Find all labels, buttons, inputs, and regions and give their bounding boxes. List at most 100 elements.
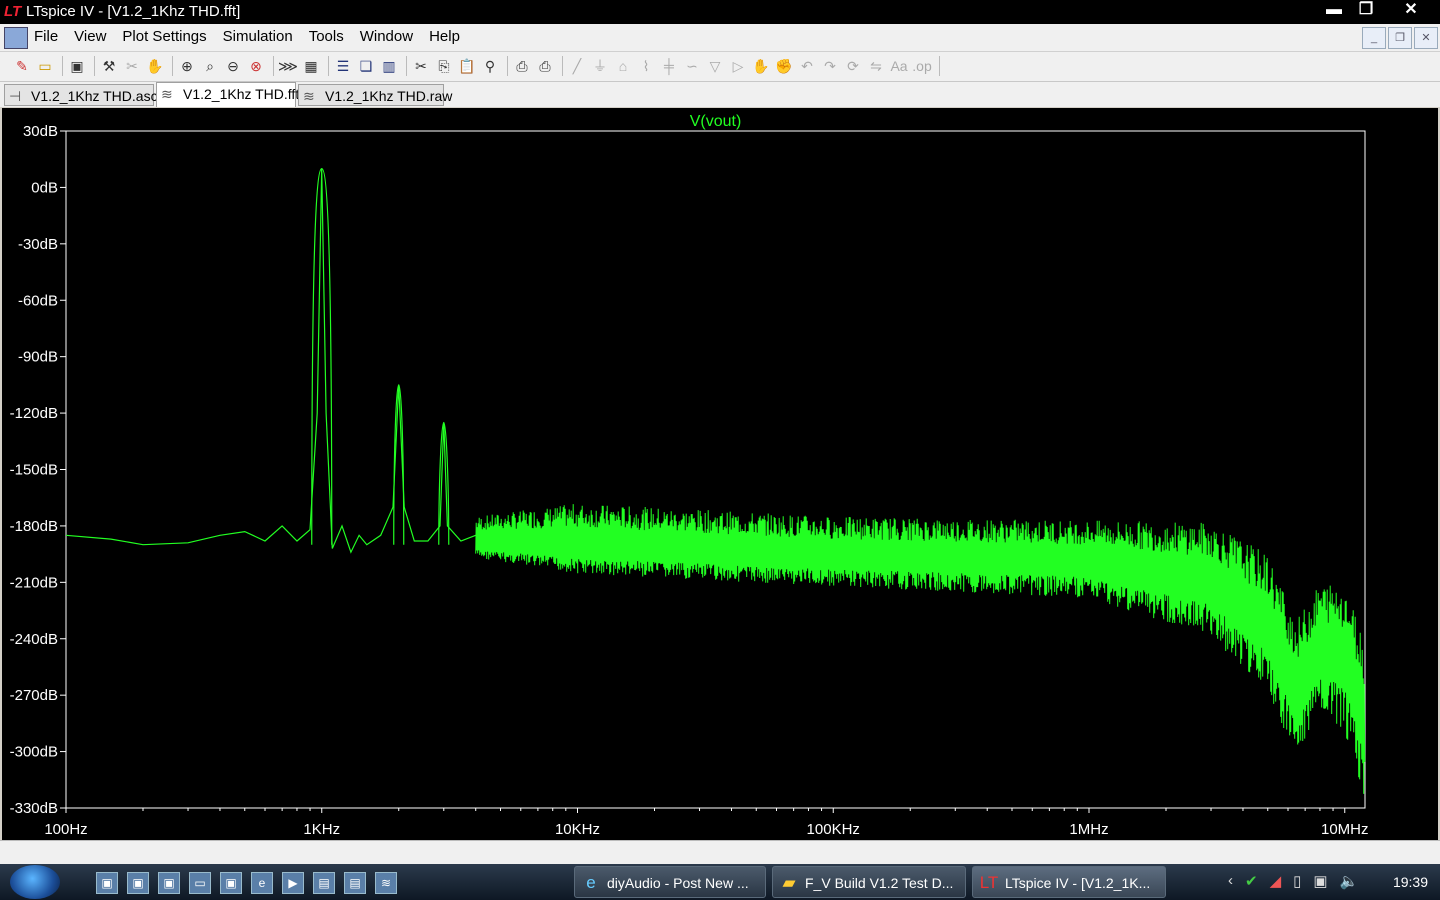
diode-icon[interactable]: ▽ [705, 56, 725, 76]
menu-plot-settings[interactable]: Plot Settings [122, 28, 206, 45]
security-icon[interactable]: ✔ [1245, 872, 1258, 890]
mdi-restore-button[interactable]: ❐ [1388, 27, 1412, 49]
menu-bar: File View Plot Settings Simulation Tools… [0, 24, 1440, 52]
save-icon[interactable]: ▣ [67, 56, 87, 76]
start-button[interactable] [10, 865, 60, 899]
close-button[interactable]: ✕ [1382, 0, 1440, 22]
zoom-out-icon[interactable]: ⊖ [223, 56, 243, 76]
drag-icon[interactable]: ✊ [774, 56, 794, 76]
new-schematic-icon[interactable]: ✎ [12, 56, 32, 76]
ltspice-quicklaunch-icon[interactable]: ≋ [375, 872, 397, 894]
tray-expand-icon[interactable]: ‹ [1228, 872, 1233, 890]
zoom-fit-icon[interactable]: ⊗ [246, 56, 266, 76]
tab-raw[interactable]: ≋ V1.2_1Khz THD.raw [298, 84, 452, 106]
folder-icon: ▰ [782, 873, 796, 892]
menu-tools[interactable]: Tools [309, 28, 344, 45]
taskbar: ▣ ▣ ▣ ▭ ▣ e ▶ ▤ ▤ ≋ e diyAudio - Post New… [0, 864, 1440, 900]
ie-icon: e [586, 873, 596, 892]
cut-icon[interactable]: ✂ [411, 56, 431, 76]
signal-trace [65, 168, 476, 554]
x-tick-label: 1MHz [1069, 821, 1108, 838]
y-tick-label: -120dB [10, 405, 58, 422]
network-icon[interactable]: ▣ [1313, 872, 1327, 890]
control-panel-icon[interactable]: ⚒ [99, 56, 119, 76]
print-icon[interactable]: ⎙ [535, 56, 555, 76]
quicklaunch-app-icon-3[interactable]: ▣ [158, 872, 180, 894]
volume-icon[interactable]: 🔈 [1340, 872, 1359, 890]
title-bar: LT LTspice IV - [V1.2_1Khz THD.fft] ▬ ❐ … [0, 0, 1440, 24]
y-tick-label: -90dB [18, 349, 58, 366]
component-icon[interactable]: ▷ [728, 56, 748, 76]
quicklaunch-app-icon-5[interactable]: ▤ [313, 872, 335, 894]
menu-help[interactable]: Help [429, 28, 460, 45]
spice-directive-icon[interactable]: .op [912, 56, 932, 76]
autorange-icon[interactable]: ⋙ [278, 56, 298, 76]
grid-icon[interactable]: ▦ [301, 56, 321, 76]
chart-title: V(vout) [690, 113, 742, 130]
task-diyaudio[interactable]: e diyAudio - Post New ... [574, 866, 766, 898]
quicklaunch-app-icon-1[interactable]: ▣ [96, 872, 118, 894]
copy-icon[interactable]: ⎘ [434, 56, 454, 76]
cascade-icon[interactable]: ❏ [356, 56, 376, 76]
y-tick-label: -150dB [10, 462, 58, 479]
media-player-icon[interactable]: ▶ [282, 872, 304, 894]
quicklaunch-app-icon-2[interactable]: ▣ [127, 872, 149, 894]
show-desktop-icon[interactable]: ▭ [189, 872, 211, 894]
move-icon[interactable]: ✋ [751, 56, 771, 76]
find-icon[interactable]: ⚲ [480, 56, 500, 76]
fft-chart[interactable]: 30dB 0dB -30dB -60dB -90dB -120dB -150dB -180dB… [2, 108, 1438, 840]
x-tick-label: 1KHz [303, 821, 340, 838]
quicklaunch-app-icon-4[interactable]: ▣ [220, 872, 242, 894]
menu-file[interactable]: File [34, 28, 58, 45]
inductor-icon[interactable]: ∽ [682, 56, 702, 76]
wire-icon[interactable]: ╱ [567, 56, 587, 76]
capacitor-icon[interactable]: ╪ [659, 56, 679, 76]
tab-fft[interactable]: ≋ V1.2_1Khz THD.fft [156, 82, 299, 107]
waveform-plot[interactable]: 30dB 0dB -30dB -60dB -90dB -120dB -150dB -180dB… [2, 108, 1438, 840]
redo-icon[interactable]: ↷ [820, 56, 840, 76]
resistor-icon[interactable]: ⌇ [636, 56, 656, 76]
window-title: LTspice IV - [V1.2_1Khz THD.fft] [26, 3, 241, 20]
text-icon[interactable]: Aa [889, 56, 909, 76]
tray-app-icon[interactable]: ◢ [1270, 872, 1282, 890]
tray-device-icon[interactable]: ▯ [1293, 872, 1301, 890]
tile-horizontal-icon[interactable]: ☰ [333, 56, 353, 76]
ground-icon[interactable]: ⏚ [590, 56, 610, 76]
internet-explorer-icon[interactable]: e [251, 872, 273, 894]
y-tick-label: -180dB [10, 518, 58, 535]
y-tick-label: -210dB [10, 574, 58, 591]
pan-icon[interactable]: ✋ [145, 56, 165, 76]
undo-icon[interactable]: ↶ [797, 56, 817, 76]
tab-schematic[interactable]: ⊣ V1.2_1Khz THD.asc [4, 84, 158, 106]
mdi-minimize-button[interactable]: _ [1362, 27, 1386, 49]
schematic-icon: ⊣ [9, 88, 22, 104]
y-tick-label: -240dB [10, 631, 58, 648]
noise-floor-trace [475, 504, 1366, 794]
rotate-icon[interactable]: ⟳ [843, 56, 863, 76]
task-folder[interactable]: ▰ F_V Build V1.2 Test D... [772, 866, 966, 898]
mirror-icon[interactable]: ⇋ [866, 56, 886, 76]
toolbar: ✎ ▭ ▣ ⚒ ✂ ✋ ⊕ ⌕ ⊖ ⊗ ⋙ ▦ ☰ ❏ ▥ ✂ ⎘ 📋 ⚲ ⎙ … [0, 52, 1440, 82]
open-icon[interactable]: ▭ [35, 56, 55, 76]
y-tick-label: -330dB [10, 800, 58, 817]
plot-frame [65, 130, 1366, 809]
waveform-window-icon[interactable] [4, 27, 28, 49]
print-setup-icon[interactable]: ⎙ [512, 56, 532, 76]
ltspice-logo-icon: LT [4, 3, 22, 20]
zoom-area-icon[interactable]: ⌕ [200, 56, 220, 76]
mdi-close-button[interactable]: ✕ [1414, 27, 1438, 49]
document-tabs: ⊣ V1.2_1Khz THD.asc ≋ V1.2_1Khz THD.fft ≋ V… [0, 82, 1440, 107]
tile-vertical-icon[interactable]: ▥ [379, 56, 399, 76]
quicklaunch-app-icon-6[interactable]: ▤ [344, 872, 366, 894]
label-icon[interactable]: ⌂ [613, 56, 633, 76]
cut-wire-icon[interactable]: ✂ [122, 56, 142, 76]
menu-window[interactable]: Window [360, 28, 413, 45]
menu-view[interactable]: View [74, 28, 106, 45]
x-tick-label: 10MHz [1321, 821, 1369, 838]
task-ltspice[interactable]: LT LTspice IV - [V1.2_1K... [972, 866, 1166, 898]
paste-icon[interactable]: 📋 [457, 56, 477, 76]
restore-button[interactable]: ❐ [1350, 0, 1382, 22]
zoom-in-icon[interactable]: ⊕ [177, 56, 197, 76]
menu-simulation[interactable]: Simulation [223, 28, 293, 45]
minimize-button[interactable]: ▬ [1318, 0, 1350, 22]
